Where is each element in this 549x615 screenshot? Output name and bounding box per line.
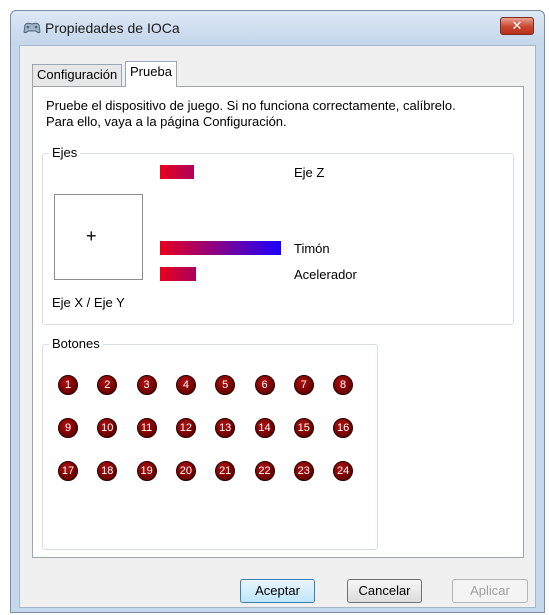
button-indicator-18: 18 — [97, 461, 118, 481]
properties-window: Propiedades de IOCa ✕ Configuración Prue… — [10, 10, 545, 613]
button-indicator-label: 6 — [261, 379, 268, 391]
button-indicator-label: 11 — [140, 422, 153, 434]
button-indicator-14: 14 — [254, 418, 275, 438]
button-indicator-label: 4 — [182, 379, 189, 391]
button-indicator-label: 7 — [300, 379, 307, 391]
axes-group-legend: Ejes — [49, 146, 81, 160]
button-indicator-label: 23 — [297, 465, 310, 477]
axis-z-bar — [160, 165, 281, 179]
cancel-button-label: Cancelar — [358, 583, 411, 598]
button-indicator-9: 9 — [58, 418, 78, 438]
button-indicator-label: 19 — [140, 465, 153, 477]
button-indicator-label: 1 — [64, 379, 72, 391]
cancel-button[interactable]: Cancelar — [347, 579, 422, 603]
xy-axis-box: + — [54, 194, 143, 280]
crosshair-icon: + — [86, 226, 97, 246]
button-indicator-label: 20 — [179, 465, 193, 477]
button-indicator-label: 16 — [336, 422, 350, 434]
button-indicator-label: 14 — [258, 422, 271, 434]
button-indicator-17: 17 — [58, 461, 78, 481]
button-indicator-24: 24 — [333, 461, 354, 481]
button-indicator-8: 8 — [333, 375, 354, 395]
tab-label: Configuración — [37, 67, 118, 82]
tab-configuracion[interactable]: Configuración — [32, 64, 123, 86]
button-indicator-5: 5 — [215, 375, 236, 395]
button-indicator-4: 4 — [175, 375, 196, 395]
throttle-bar-fill — [160, 267, 197, 281]
button-indicator-1: 1 — [58, 375, 78, 395]
button-indicator-11: 11 — [136, 418, 157, 438]
button-indicator-15: 15 — [293, 418, 314, 438]
button-indicator-23: 23 — [293, 461, 314, 481]
buttons-group-legend: Botones — [49, 337, 103, 351]
button-indicator-6: 6 — [254, 375, 275, 395]
button-indicator-label: 3 — [143, 379, 150, 391]
button-indicator-label: 8 — [340, 379, 347, 391]
test-tab-panel: Pruebe el dispositivo de juego. Si no fu… — [32, 86, 524, 558]
axis-z-label: Eje Z — [294, 165, 325, 180]
button-indicator-21: 21 — [215, 461, 236, 481]
button-indicator-label: 21 — [219, 465, 232, 477]
axis-z-bar-fill — [160, 165, 194, 179]
button-indicator-22: 22 — [254, 461, 275, 481]
apply-button[interactable]: Aplicar — [452, 579, 528, 603]
tab-label: Prueba — [130, 64, 172, 79]
button-indicator-label: 13 — [219, 422, 232, 434]
window-title: Propiedades de IOCa — [45, 20, 180, 36]
button-indicator-label: 12 — [179, 422, 193, 434]
button-indicator-label: 2 — [104, 379, 111, 391]
button-indicator-label: 9 — [64, 422, 72, 434]
button-indicator-label: 22 — [258, 465, 271, 477]
game-controller-icon — [23, 22, 41, 34]
description-line-1: Pruebe el dispositivo de juego. Si no fu… — [46, 98, 456, 113]
button-indicator-label: 18 — [101, 465, 114, 477]
button-indicator-13: 13 — [215, 418, 236, 438]
rudder-bar — [160, 241, 281, 255]
rudder-bar-fill — [160, 241, 281, 255]
button-indicator-16: 16 — [333, 418, 354, 438]
apply-button-label: Aplicar — [470, 583, 510, 598]
button-indicator-7: 7 — [293, 375, 314, 395]
close-icon: ✕ — [511, 18, 523, 33]
close-button[interactable]: ✕ — [500, 17, 534, 35]
button-indicator-3: 3 — [136, 375, 157, 395]
ok-button[interactable]: Aceptar — [240, 579, 315, 603]
throttle-label: Acelerador — [294, 267, 357, 282]
button-indicator-label: 5 — [222, 379, 229, 391]
throttle-bar — [160, 267, 281, 281]
button-indicator-10: 10 — [97, 418, 118, 438]
button-indicator-label: 17 — [61, 465, 75, 477]
description-line-2: Para ello, vaya a la página Configuració… — [46, 114, 287, 129]
button-indicator-19: 19 — [136, 461, 157, 481]
button-indicator-label: 15 — [297, 422, 310, 434]
rudder-label: Timón — [294, 241, 330, 256]
tab-prueba[interactable]: Prueba — [125, 61, 177, 87]
dialog-client-area: Configuración Prueba Pruebe el dispositi… — [19, 45, 536, 608]
button-indicator-12: 12 — [175, 418, 196, 438]
ok-button-label: Aceptar — [255, 583, 300, 598]
title-bar[interactable]: Propiedades de IOCa ✕ — [11, 11, 544, 45]
axes-group: Ejes + Eje X / Eje Y Eje Z Timón Acelera… — [42, 146, 514, 325]
description-text: Pruebe el dispositivo de juego. Si no fu… — [46, 98, 456, 130]
button-indicator-2: 2 — [97, 375, 118, 395]
buttons-group: Botones 1 2 3 4 5 6 7 8 9 10 11 12 13 14 15 16 17 18 19 20 2… — [42, 337, 378, 550]
button-indicator-label: 24 — [336, 465, 350, 477]
button-indicator-label: 10 — [101, 422, 114, 434]
button-indicator-20: 20 — [175, 461, 196, 481]
xy-axis-label: Eje X / Eje Y — [52, 295, 125, 310]
